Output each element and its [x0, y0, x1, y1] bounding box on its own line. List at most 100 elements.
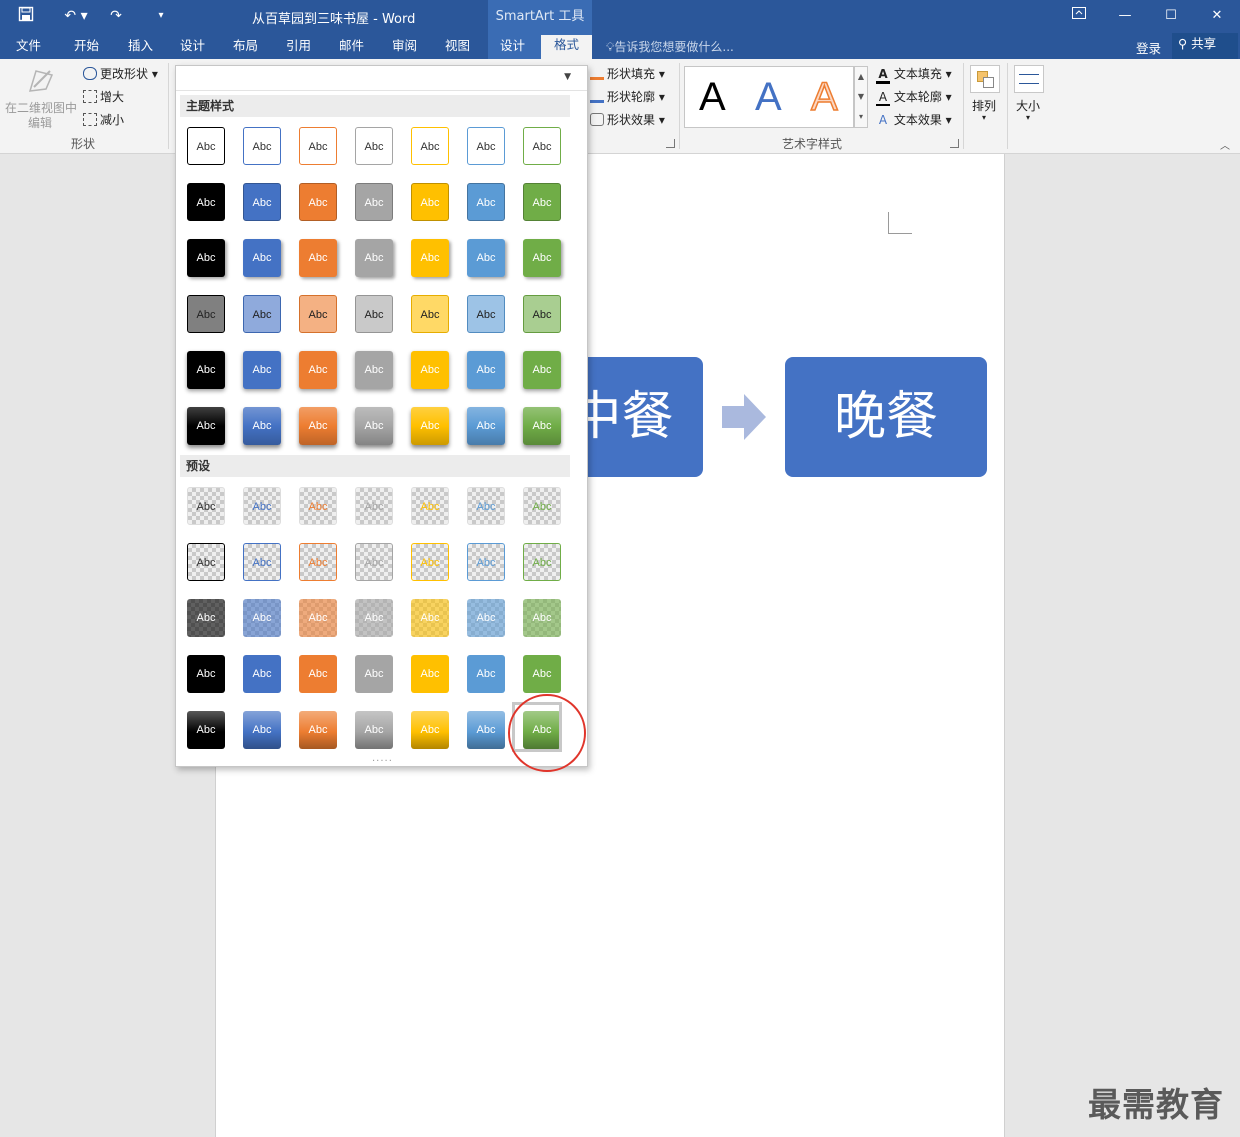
- tell-me-search[interactable]: 💡︎告诉我您想要做什么...: [606, 38, 734, 55]
- theme-style-r4-c5[interactable]: Abc: [411, 295, 449, 333]
- text-effects-button[interactable]: A 文本效果 ▾: [876, 111, 952, 128]
- preset-style-r1-c5[interactable]: Abc: [411, 487, 449, 525]
- tab-insert[interactable]: 插入: [128, 37, 153, 59]
- theme-style-r1-c2[interactable]: Abc: [243, 127, 281, 165]
- arrange-dropdown-icon[interactable]: ▾: [982, 113, 986, 122]
- preset-style-r3-c7[interactable]: Abc: [523, 599, 561, 637]
- share-button[interactable]: ⚲ 共享: [1172, 33, 1238, 59]
- theme-style-r5-c5[interactable]: Abc: [411, 351, 449, 389]
- close-button[interactable]: ✕: [1206, 5, 1228, 27]
- preset-style-r4-c1[interactable]: Abc: [187, 655, 225, 693]
- theme-style-r6-c6[interactable]: Abc: [467, 407, 505, 445]
- wordart-gallery[interactable]: A A A: [684, 66, 854, 128]
- preset-style-r5-c3[interactable]: Abc: [299, 711, 337, 749]
- theme-style-r3-c6[interactable]: Abc: [467, 239, 505, 277]
- preset-style-r2-c1[interactable]: Abc: [187, 543, 225, 581]
- preset-style-r3-c3[interactable]: Abc: [299, 599, 337, 637]
- preset-style-r5-c6[interactable]: Abc: [467, 711, 505, 749]
- size-button[interactable]: 大小: [1016, 97, 1040, 114]
- theme-style-r3-c2[interactable]: Abc: [243, 239, 281, 277]
- customize-quick-access-icon[interactable]: ▾: [154, 6, 168, 26]
- theme-style-r4-c3[interactable]: Abc: [299, 295, 337, 333]
- tab-review[interactable]: 审阅: [392, 37, 417, 59]
- theme-style-r4-c7[interactable]: Abc: [523, 295, 561, 333]
- preset-style-r2-c2[interactable]: Abc: [243, 543, 281, 581]
- preset-style-r4-c2[interactable]: Abc: [243, 655, 281, 693]
- theme-style-r3-c3[interactable]: Abc: [299, 239, 337, 277]
- tab-view[interactable]: 视图: [445, 37, 470, 59]
- preset-style-r1-c2[interactable]: Abc: [243, 487, 281, 525]
- theme-style-r4-c2[interactable]: Abc: [243, 295, 281, 333]
- scroll-down-icon[interactable]: ▼: [855, 87, 867, 107]
- theme-style-r6-c7[interactable]: Abc: [523, 407, 561, 445]
- preset-style-r3-c4[interactable]: Abc: [355, 599, 393, 637]
- preset-style-r3-c2[interactable]: Abc: [243, 599, 281, 637]
- wordart-blue[interactable]: A: [755, 73, 782, 121]
- tab-layout[interactable]: 布局: [233, 37, 258, 59]
- preset-style-r1-c1[interactable]: Abc: [187, 487, 225, 525]
- theme-style-r6-c1[interactable]: Abc: [187, 407, 225, 445]
- tab-smartart-format[interactable]: 格式: [541, 35, 592, 59]
- theme-style-r3-c1[interactable]: Abc: [187, 239, 225, 277]
- redo-icon[interactable]: ↷: [106, 6, 126, 26]
- theme-style-r5-c2[interactable]: Abc: [243, 351, 281, 389]
- shape-outline-button[interactable]: 形状轮廓 ▾: [590, 88, 665, 105]
- tab-smartart-design[interactable]: 设计: [500, 37, 525, 59]
- preset-style-r4-c6[interactable]: Abc: [467, 655, 505, 693]
- preset-style-r2-c6[interactable]: Abc: [467, 543, 505, 581]
- theme-style-r6-c4[interactable]: Abc: [355, 407, 393, 445]
- text-fill-button[interactable]: A 文本填充 ▾: [876, 65, 952, 84]
- theme-style-r5-c4[interactable]: Abc: [355, 351, 393, 389]
- theme-style-r1-c7[interactable]: Abc: [523, 127, 561, 165]
- shape-styles-launcher-icon[interactable]: [666, 139, 675, 148]
- theme-style-r6-c5[interactable]: Abc: [411, 407, 449, 445]
- shape-fill-button[interactable]: 形状填充 ▾: [590, 65, 665, 82]
- preset-style-r1-c4[interactable]: Abc: [355, 487, 393, 525]
- preset-style-r4-c5[interactable]: Abc: [411, 655, 449, 693]
- theme-style-r1-c3[interactable]: Abc: [299, 127, 337, 165]
- theme-style-r2-c1[interactable]: Abc: [187, 183, 225, 221]
- theme-style-r3-c7[interactable]: Abc: [523, 239, 561, 277]
- gallery-collapse-icon[interactable]: ▼: [564, 72, 571, 82]
- theme-style-r1-c4[interactable]: Abc: [355, 127, 393, 165]
- theme-style-r3-c5[interactable]: Abc: [411, 239, 449, 277]
- tab-design[interactable]: 设计: [180, 37, 205, 59]
- theme-style-r5-c1[interactable]: Abc: [187, 351, 225, 389]
- theme-style-r4-c1[interactable]: Abc: [187, 295, 225, 333]
- preset-style-r3-c5[interactable]: Abc: [411, 599, 449, 637]
- shrink-button[interactable]: 减小: [83, 111, 124, 128]
- wordart-launcher-icon[interactable]: [950, 139, 959, 148]
- smartart-box-dinner[interactable]: 晚餐: [785, 357, 987, 477]
- preset-style-r5-c5[interactable]: Abc: [411, 711, 449, 749]
- gallery-more-icon[interactable]: ▾: [855, 107, 867, 127]
- scroll-up-icon[interactable]: ▲: [855, 67, 867, 87]
- theme-style-r5-c6[interactable]: Abc: [467, 351, 505, 389]
- wordart-orange-outline[interactable]: A: [810, 73, 838, 121]
- collapse-ribbon-icon[interactable]: ︿: [1220, 137, 1230, 152]
- wordart-gallery-scroll[interactable]: ▲ ▼ ▾: [854, 66, 868, 128]
- preset-style-r1-c6[interactable]: Abc: [467, 487, 505, 525]
- preset-style-r2-c4[interactable]: Abc: [355, 543, 393, 581]
- theme-style-r2-c6[interactable]: Abc: [467, 183, 505, 221]
- minimize-button[interactable]: —: [1114, 5, 1136, 27]
- change-shape-button[interactable]: 更改形状 ▾: [83, 65, 158, 82]
- preset-style-r5-c4[interactable]: Abc: [355, 711, 393, 749]
- theme-style-r1-c5[interactable]: Abc: [411, 127, 449, 165]
- theme-style-r1-c1[interactable]: Abc: [187, 127, 225, 165]
- enlarge-button[interactable]: 增大: [83, 88, 124, 105]
- tab-home[interactable]: 开始: [74, 37, 99, 59]
- theme-style-r2-c5[interactable]: Abc: [411, 183, 449, 221]
- tab-file[interactable]: 文件: [16, 37, 41, 59]
- theme-style-r2-c2[interactable]: Abc: [243, 183, 281, 221]
- preset-style-r4-c3[interactable]: Abc: [299, 655, 337, 693]
- arrange-button[interactable]: 排列: [972, 97, 996, 114]
- theme-style-r5-c7[interactable]: Abc: [523, 351, 561, 389]
- tab-references[interactable]: 引用: [286, 37, 311, 59]
- maximize-button[interactable]: ☐: [1160, 5, 1182, 27]
- tab-mailings[interactable]: 邮件: [339, 37, 364, 59]
- wordart-black[interactable]: A: [699, 73, 726, 121]
- theme-style-r6-c3[interactable]: Abc: [299, 407, 337, 445]
- text-outline-button[interactable]: A 文本轮廓 ▾: [876, 88, 952, 106]
- shape-effects-button[interactable]: 形状效果 ▾: [590, 111, 665, 128]
- preset-style-r4-c7[interactable]: Abc: [523, 655, 561, 693]
